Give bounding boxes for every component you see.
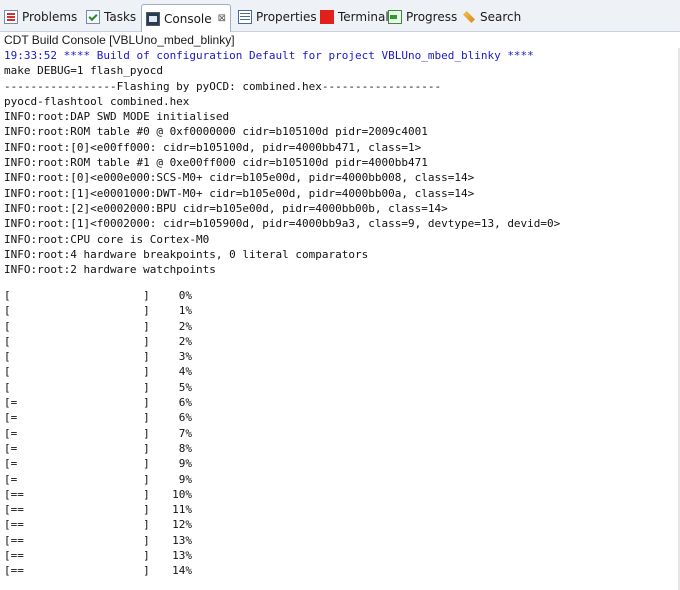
console-line: INFO:root:[1]<f0002000: cidr=b105900d, p…	[4, 217, 561, 231]
progress-row: [= ] 7%	[4, 426, 192, 441]
close-icon[interactable]: ⊠	[218, 13, 226, 24]
progress-row: [= ] 8%	[4, 441, 192, 456]
tab-search[interactable]: Search	[462, 5, 521, 29]
tab-label: Search	[480, 10, 522, 24]
progress-row: [ ] 3%	[4, 349, 192, 364]
tab-label: Terminal	[338, 10, 389, 24]
progress-bar-text: [ ]	[4, 380, 150, 394]
progress-row: [== ] 14%	[4, 563, 192, 578]
progress-bar-text: [ ]	[4, 365, 150, 379]
tab-properties[interactable]: Properties	[238, 5, 317, 29]
progress-percent: 2%	[178, 334, 192, 348]
progress-bar-text: [ ]	[4, 319, 150, 333]
console-line: INFO:root:[2]<e0002000:BPU cidr=b105e00d…	[4, 201, 448, 215]
progress-bar-text: [= ]	[4, 457, 150, 471]
progress-bar-text: [= ]	[4, 472, 150, 486]
tab-terminal[interactable]: Terminal	[320, 5, 389, 29]
view-tab-bar: Problems Tasks Console ⊠ Properties Term…	[0, 0, 680, 32]
progress-bar-text: [ ]	[4, 350, 150, 364]
console-line: INFO:root:ROM table #0 @ 0xf0000000 cidr…	[4, 125, 428, 139]
tab-problems[interactable]: Problems	[4, 5, 77, 29]
progress-row: [ ] 2%	[4, 334, 192, 349]
progress-percent: 6%	[178, 396, 192, 410]
progress-bar-text: [== ]	[4, 487, 150, 501]
progress-row: [= ] 6%	[4, 395, 192, 410]
console-line: pyocd-flashtool combined.hex	[4, 94, 190, 108]
console-line: INFO:root:4 hardware breakpoints, 0 lite…	[4, 247, 369, 261]
progress-bar-text: [== ]	[4, 564, 150, 578]
console-line: INFO:root:[0]<e00ff000: cidr=b105100d, p…	[4, 140, 422, 154]
progress-row: [ ] 0%	[4, 288, 192, 303]
tab-label: Progress	[406, 10, 458, 24]
progress-percent: 1%	[178, 304, 192, 318]
progress-row: [== ] 13%	[4, 533, 192, 548]
progress-percent: 0%	[178, 289, 192, 302]
progress-row: [== ] 13%	[4, 548, 192, 563]
progress-row: [ ] 2%	[4, 319, 192, 334]
progress-row: [ ] 1%	[4, 303, 192, 318]
progress-percent: 6%	[178, 411, 192, 425]
progress-percent: 4%	[178, 365, 192, 379]
progress-bar-text: [= ]	[4, 396, 150, 410]
progress-percent: 5%	[178, 380, 192, 394]
progress-bar-text: [= ]	[4, 441, 150, 455]
console-line: INFO:root:[0]<e000e000:SCS-M0+ cidr=b105…	[4, 171, 475, 185]
tab-tasks[interactable]: Tasks	[86, 5, 136, 29]
problems-icon	[4, 10, 18, 24]
console-line: INFO:root:CPU core is Cortex-M0	[4, 232, 210, 246]
console-title: CDT Build Console [VBLUno_mbed_blinky]	[4, 33, 235, 47]
progress-percent: 3%	[178, 350, 192, 364]
console-line: INFO:root:2 hardware watchpoints	[4, 263, 216, 277]
progress-percent: 14%	[172, 564, 192, 578]
tasks-icon	[86, 10, 100, 24]
progress-row: [== ] 11%	[4, 502, 192, 517]
search-icon	[462, 10, 476, 24]
progress-row: [ ] 4%	[4, 364, 192, 379]
progress-bar-text: [== ]	[4, 518, 150, 532]
progress-percent: 7%	[178, 426, 192, 440]
console-line: make DEBUG=1 flash_pyocd	[4, 64, 163, 78]
tab-progress[interactable]: Progress	[388, 5, 457, 29]
console-line: -----------------Flashing by pyOCD: comb…	[4, 79, 442, 93]
console-line: INFO:root:DAP SWD MODE initialised	[4, 110, 230, 124]
progress-row: [== ] 12%	[4, 517, 192, 532]
terminal-icon	[320, 10, 334, 24]
progress-bar-text: [ ]	[4, 289, 150, 302]
progress-percent: 10%	[172, 487, 192, 501]
progress-percent: 2%	[178, 319, 192, 333]
progress-bar-text: [ ]	[4, 334, 150, 348]
progress-bar-text: [== ]	[4, 549, 150, 563]
console-icon	[146, 11, 160, 26]
progress-row: [== ] 10%	[4, 487, 192, 502]
progress-row: [ ] 5%	[4, 380, 192, 395]
progress-bar-text: [== ]	[4, 503, 150, 517]
tab-label: Properties	[256, 10, 317, 24]
progress-bar-text: [== ]	[4, 533, 150, 547]
progress-percent: 13%	[172, 549, 192, 563]
console-line: INFO:root:ROM table #1 @ 0xe00ff000 cidr…	[4, 156, 428, 170]
progress-percent: 11%	[172, 503, 192, 517]
tab-label: Problems	[22, 10, 78, 24]
flash-progress-list: [ ] 0% [ ] 1% [ ] 2% [ ] 2% [ ] 3% [ ] 4% [ ] 5% [= ] 6…	[4, 288, 192, 579]
progress-percent: 9%	[178, 472, 192, 486]
properties-icon	[238, 10, 252, 24]
progress-row: [= ] 6%	[4, 410, 192, 425]
console-output[interactable]: 19:33:52 **** Build of configuration Def…	[4, 48, 676, 277]
progress-percent: 8%	[178, 441, 192, 455]
console-line: INFO:root:[1]<e0001000:DWT-M0+ cidr=b105…	[4, 186, 475, 200]
console-line: 19:33:52 **** Build of configuration Def…	[4, 49, 534, 62]
tab-label: Tasks	[104, 10, 137, 24]
progress-bar-text: [= ]	[4, 411, 150, 425]
tab-label: Console	[164, 11, 212, 26]
progress-row: [= ] 9%	[4, 456, 192, 471]
progress-icon	[388, 10, 402, 24]
tab-console[interactable]: Console ⊠	[141, 4, 232, 32]
progress-bar-text: [= ]	[4, 426, 150, 440]
progress-percent: 13%	[172, 533, 192, 547]
progress-percent: 12%	[172, 518, 192, 532]
progress-bar-text: [ ]	[4, 304, 150, 318]
progress-percent: 9%	[178, 457, 192, 471]
progress-row: [= ] 9%	[4, 472, 192, 487]
